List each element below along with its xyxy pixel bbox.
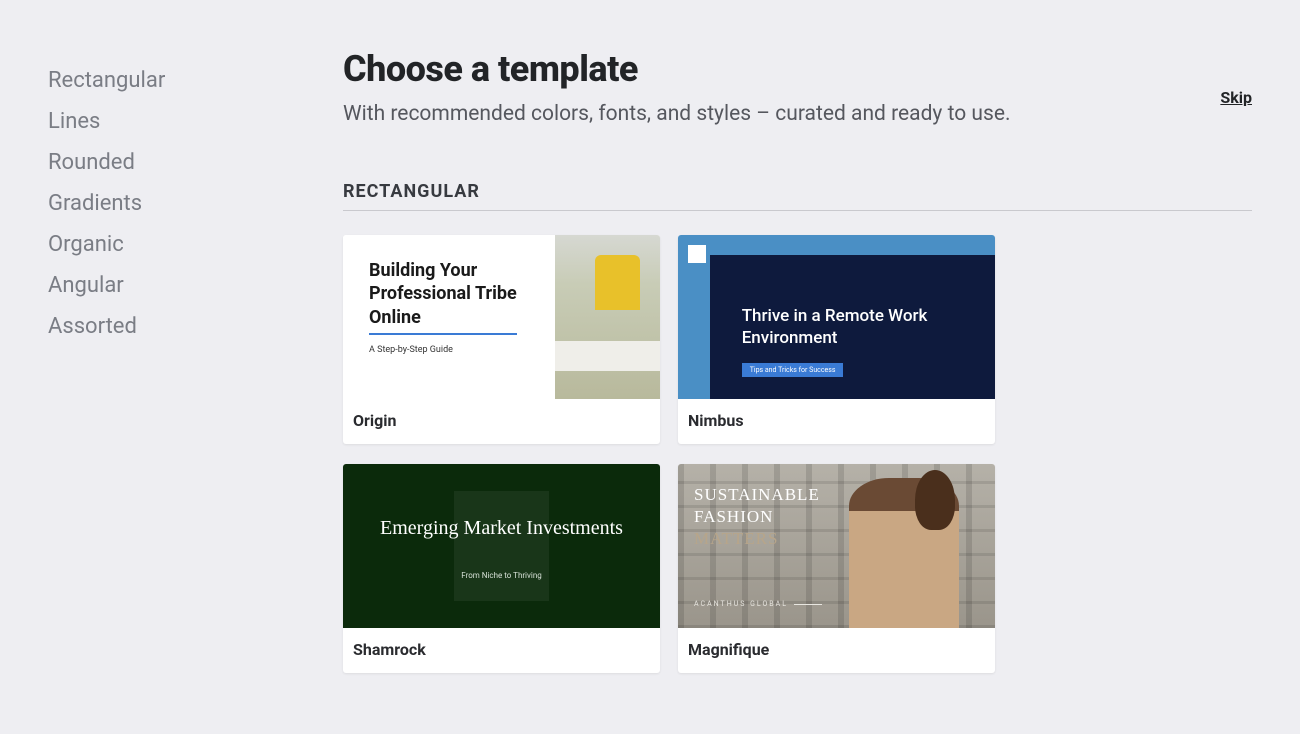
section-divider [343,210,1252,211]
template-name: Shamrock [343,628,660,673]
sidebar-item-organic[interactable]: Organic [48,224,295,265]
accent-underline [369,333,517,335]
thumb-subtitle: From Niche to Thriving [461,571,541,580]
page-title: Choose a template [343,48,1011,90]
sidebar-item-angular[interactable]: Angular [48,265,295,306]
thumb-title: Building Your Professional Tribe Online [369,259,555,329]
template-name: Origin [343,399,660,444]
page-subtitle: With recommended colors, fonts, and styl… [343,102,1011,126]
template-thumbnail: Building Your Professional Tribe Online … [343,235,660,399]
template-name: Magnifique [678,628,995,673]
template-card-origin[interactable]: Building Your Professional Tribe Online … [343,235,660,444]
thumb-subtitle: A Step-by-Step Guide [369,345,555,355]
sidebar-item-lines[interactable]: Lines [48,101,295,142]
thumb-title: Emerging Market Investments [380,513,623,543]
template-card-shamrock[interactable]: Emerging Market Investments From Niche t… [343,464,660,673]
thumb-tag: Tips and Tricks for Success [742,363,844,377]
accent-square [688,245,706,263]
thumb-title: Thrive in a Remote Work Environment [742,305,995,349]
template-thumbnail: SUSTAINABLE FASHION MATTERS ACANTHUS GLO… [678,464,995,628]
template-card-nimbus[interactable]: Thrive in a Remote Work Environment Tips… [678,235,995,444]
template-card-magnifique[interactable]: SUSTAINABLE FASHION MATTERS ACANTHUS GLO… [678,464,995,673]
section-heading-rectangular: RECTANGULAR [343,181,1252,202]
main-content: Choose a template With recommended color… [295,0,1300,734]
sidebar-item-assorted[interactable]: Assorted [48,306,295,347]
thumb-brand: ACANTHUS GLOBAL [694,600,822,608]
template-grid: Building Your Professional Tribe Online … [343,235,1252,673]
template-thumbnail: Emerging Market Investments From Niche t… [343,464,660,628]
skip-link[interactable]: Skip [1220,88,1252,107]
figure-hair [915,470,955,530]
template-name: Nimbus [678,399,995,444]
template-thumbnail: Thrive in a Remote Work Environment Tips… [678,235,995,399]
sidebar-item-rectangular[interactable]: Rectangular [48,60,295,101]
thumb-photo [555,235,660,399]
category-sidebar: Rectangular Lines Rounded Gradients Orga… [0,0,295,734]
sidebar-item-gradients[interactable]: Gradients [48,183,295,224]
thumb-title: SUSTAINABLE FASHION MATTERS [694,484,820,550]
sidebar-item-rounded[interactable]: Rounded [48,142,295,183]
accent-block [454,491,549,601]
